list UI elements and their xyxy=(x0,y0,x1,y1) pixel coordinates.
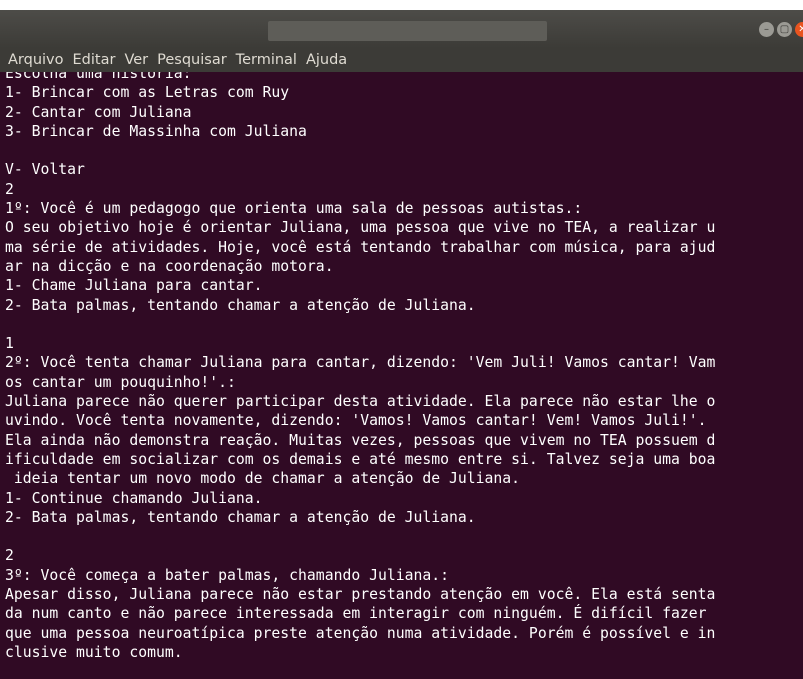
terminal-line: ideia tentar um novo modo de chamar a at… xyxy=(5,470,521,488)
terminal-text: Escolha uma historia: 1- Brincar com as … xyxy=(5,72,715,662)
menu-ver[interactable]: Ver xyxy=(118,52,151,68)
menu-bar: Arquivo Editar Ver Pesquisar Terminal Aj… xyxy=(0,48,803,72)
menu-arquivo[interactable]: Arquivo xyxy=(0,52,67,68)
terminal-line: Ela ainda não demonstra reação. Muitas v… xyxy=(5,431,716,449)
terminal-line: 2- Cantar com Juliana xyxy=(5,103,192,121)
menu-ajuda[interactable]: Ajuda xyxy=(300,52,350,68)
screen: – ▢ ✕ Arquivo Editar Ver Pesquisar Termi… xyxy=(0,0,803,679)
terminal-line: 1 xyxy=(5,335,14,353)
terminal-line: 2 xyxy=(5,547,14,565)
terminal-line: ificuldade em socializar com os demais e… xyxy=(5,450,716,468)
terminal-line: os cantar um pouquinho!'.: xyxy=(5,373,236,391)
menu-terminal[interactable]: Terminal xyxy=(230,52,300,68)
window-titlebar[interactable]: – ▢ ✕ xyxy=(0,10,803,48)
terminal-line: 1- Brincar com as Letras com Ruy xyxy=(5,84,290,102)
terminal-line: 3- Brincar de Massinha com Juliana xyxy=(5,122,307,140)
terminal-line: 2- Bata palmas, tentando chamar a atençã… xyxy=(5,296,476,314)
terminal-line: uvindo. Você tenta novamente, dizendo: '… xyxy=(5,412,707,430)
terminal-line: Juliana parece não querer participar des… xyxy=(5,393,716,411)
minimize-icon[interactable]: – xyxy=(759,22,774,37)
close-icon[interactable]: ✕ xyxy=(795,22,803,37)
menu-editar[interactable]: Editar xyxy=(67,52,119,68)
terminal-line: 2º: Você tenta chamar Juliana para canta… xyxy=(5,354,716,372)
terminal-line: que uma pessoa neuroatípica preste atenç… xyxy=(5,624,716,642)
terminal-line: 1º: Você é um pedagogo que orienta uma s… xyxy=(5,200,583,218)
maximize-icon[interactable]: ▢ xyxy=(777,22,792,37)
terminal-line: da num canto e não parece interessada em… xyxy=(5,605,707,623)
terminal-line: clusive muito comum. xyxy=(5,643,183,661)
terminal-line: 2- Bata palmas, tentando chamar a atençã… xyxy=(5,508,476,526)
terminal-line: ma série de atividades. Hoje, você está … xyxy=(5,238,716,256)
terminal-line: Escolha uma historia: xyxy=(5,72,192,82)
terminal-line: 3º: Você começa a bater palmas, chamando… xyxy=(5,566,450,584)
window-title-redacted xyxy=(268,21,547,41)
terminal-line: Apesar disso, Juliana parece não estar p… xyxy=(5,586,716,604)
menu-pesquisar[interactable]: Pesquisar xyxy=(151,52,230,68)
terminal-output[interactable]: Escolha uma historia: 1- Brincar com as … xyxy=(0,72,803,679)
terminal-line: 1- Chame Juliana para cantar. xyxy=(5,277,263,295)
terminal-line: V- Voltar xyxy=(5,161,85,179)
terminal-line: 2 xyxy=(5,180,14,198)
terminal-line: ar na dicção e na coordenação motora. xyxy=(5,257,334,275)
terminal-line: O seu objetivo hoje é orientar Juliana, … xyxy=(5,219,716,237)
terminal-line: 1- Continue chamando Juliana. xyxy=(5,489,263,507)
